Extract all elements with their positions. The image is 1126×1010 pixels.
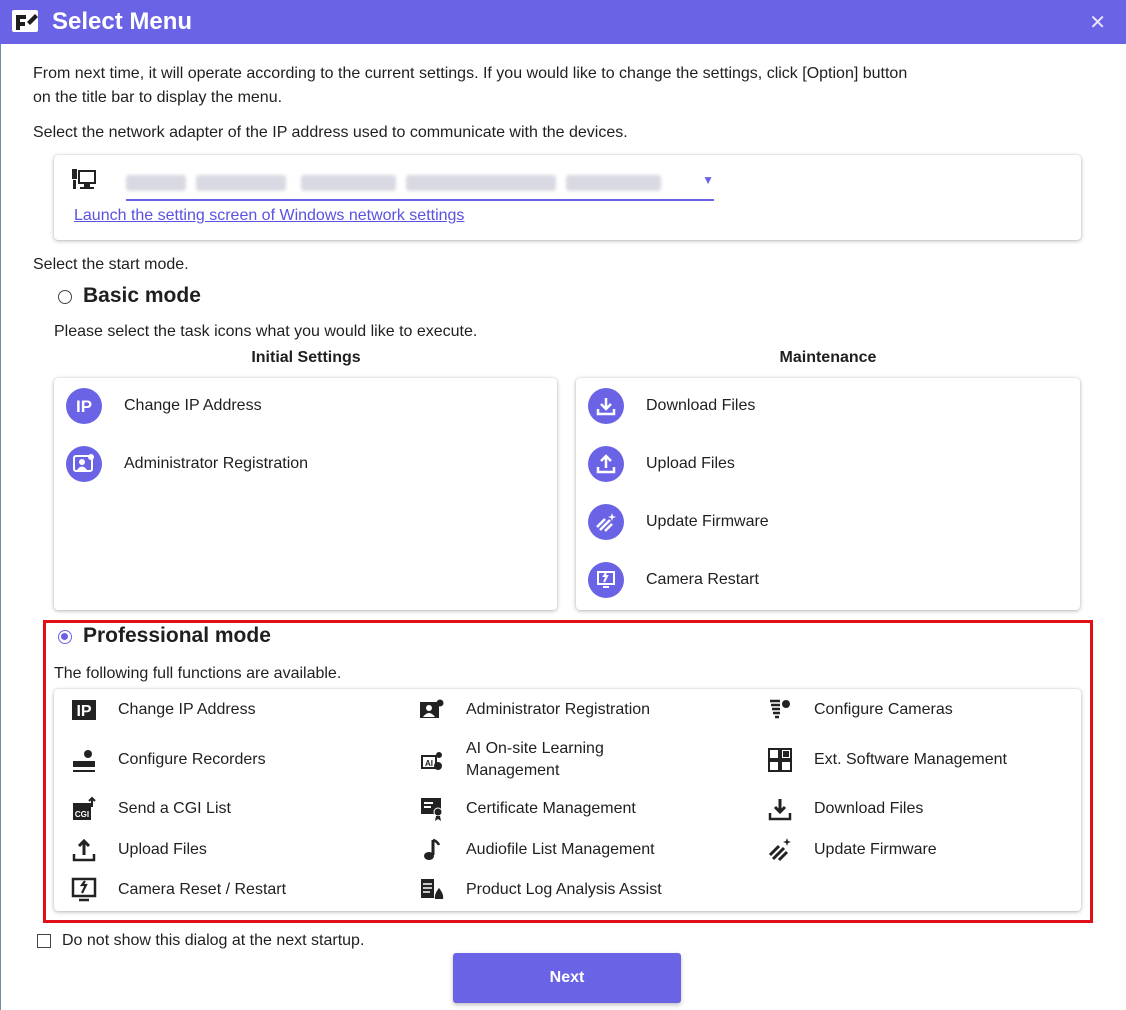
func-send-cgi-list[interactable]: CGI Send a CGI List xyxy=(68,789,231,829)
dont-show-checkbox[interactable] xyxy=(37,934,51,948)
download-icon xyxy=(588,388,624,424)
func-download-files[interactable]: Download Files xyxy=(764,789,923,829)
svg-text:AI: AI xyxy=(425,759,433,768)
func-label: Send a CGI List xyxy=(118,800,231,817)
func-audiofile-list-management[interactable]: Audiofile List Management xyxy=(416,830,655,870)
ext-software-icon xyxy=(764,744,796,776)
func-label: Certificate Management xyxy=(466,800,636,817)
initial-settings-panel: IP Change IP Address Administrator Regis… xyxy=(54,378,557,610)
professional-mode-title: Professional mode xyxy=(83,624,271,647)
recorder-config-icon xyxy=(68,744,100,776)
admin-icon xyxy=(416,694,448,726)
func-upload-files[interactable]: Upload Files xyxy=(68,830,207,870)
func-label: Ext. Software Management xyxy=(814,751,1007,768)
func-ext-software-management[interactable]: Ext. Software Management xyxy=(764,740,1007,780)
basic-mode-title: Basic mode xyxy=(83,284,201,307)
task-administrator-registration[interactable]: Administrator Registration xyxy=(66,442,308,486)
func-change-ip-address[interactable]: IP Change IP Address xyxy=(68,690,256,730)
download-icon xyxy=(764,793,796,825)
firmware-icon xyxy=(588,504,624,540)
task-label: Camera Restart xyxy=(646,571,759,588)
network-adapter-select[interactable]: ▼ xyxy=(126,169,714,201)
func-label: Update Firmware xyxy=(814,841,937,858)
upload-icon xyxy=(68,834,100,866)
next-button[interactable]: Next xyxy=(453,953,681,1003)
basic-mode-instruction: Please select the task icons what you wo… xyxy=(54,323,478,340)
func-administrator-registration[interactable]: Administrator Registration xyxy=(416,690,650,730)
task-label: Download Files xyxy=(646,397,756,414)
func-configure-cameras[interactable]: Configure Cameras xyxy=(764,690,953,730)
func-label: Product Log Analysis Assist xyxy=(466,881,662,898)
task-change-ip-address[interactable]: IP Change IP Address xyxy=(66,384,262,428)
ai-learning-icon: AI xyxy=(416,744,448,776)
task-download-files[interactable]: Download Files xyxy=(588,384,755,428)
maintenance-heading: Maintenance xyxy=(779,349,877,366)
restart-icon xyxy=(588,562,624,598)
dont-show-label: Do not show this dialog at the next star… xyxy=(62,932,365,949)
func-certificate-management[interactable]: Certificate Management xyxy=(416,789,636,829)
task-camera-restart[interactable]: Camera Restart xyxy=(588,558,759,602)
func-configure-recorders[interactable]: Configure Recorders xyxy=(68,740,266,780)
func-label: Configure Cameras xyxy=(814,701,953,718)
log-analysis-icon xyxy=(416,874,448,906)
restart-icon xyxy=(68,874,100,906)
maintenance-panel: Download Files Upload Files Update Firmw… xyxy=(576,378,1080,610)
upload-icon xyxy=(588,446,624,482)
svg-text:IP: IP xyxy=(76,703,91,720)
intro-text-line2: on the title bar to display the menu. xyxy=(33,89,283,106)
task-label: Administrator Registration xyxy=(124,455,309,472)
windows-network-settings-link[interactable]: Launch the setting screen of Windows net… xyxy=(74,207,464,225)
certificate-icon xyxy=(416,793,448,825)
func-camera-reset-restart[interactable]: Camera Reset / Restart xyxy=(68,870,286,910)
intro-text-line1: From next time, it will operate accordin… xyxy=(33,65,908,82)
task-label: Change IP Address xyxy=(124,397,262,414)
task-update-firmware[interactable]: Update Firmware xyxy=(588,500,769,544)
admin-icon xyxy=(66,446,102,482)
title-bar: Select Menu ✕ xyxy=(0,0,1126,44)
window-title: Select Menu xyxy=(52,8,193,35)
ip-icon: IP xyxy=(66,388,102,424)
professional-mode-radio[interactable] xyxy=(58,630,72,644)
func-label: Administrator Registration xyxy=(466,701,651,718)
ip-icon: IP xyxy=(68,694,100,726)
func-label: Configure Recorders xyxy=(118,751,266,768)
cgi-icon: CGI xyxy=(68,793,100,825)
func-update-firmware[interactable]: Update Firmware xyxy=(764,830,937,870)
window-border xyxy=(0,44,1,1010)
initial-settings-heading: Initial Settings xyxy=(251,349,361,366)
audio-icon xyxy=(416,834,448,866)
close-icon[interactable]: ✕ xyxy=(1089,10,1106,35)
professional-functions-panel: IP Change IP Address Administrator Regis… xyxy=(54,689,1081,911)
func-label: Audiofile List Management xyxy=(466,841,655,858)
professional-mode-description: The following full functions are availab… xyxy=(54,665,342,682)
network-pc-icon xyxy=(70,167,98,198)
start-mode-label: Select the start mode. xyxy=(33,256,189,273)
func-label: Upload Files xyxy=(118,841,207,858)
camera-config-icon xyxy=(764,694,796,726)
func-label: AI On-site Learning Management xyxy=(466,740,604,779)
basic-mode-radio[interactable] xyxy=(58,290,72,304)
svg-text:CGI: CGI xyxy=(75,810,89,819)
func-label: Camera Reset / Restart xyxy=(118,881,287,898)
task-label: Upload Files xyxy=(646,455,735,472)
network-adapter-prompt: Select the network adapter of the IP add… xyxy=(33,124,628,141)
chevron-down-icon[interactable]: ▼ xyxy=(702,173,714,187)
firmware-icon xyxy=(764,834,796,866)
func-product-log-analysis-assist[interactable]: Product Log Analysis Assist xyxy=(416,870,662,910)
func-label: Change IP Address xyxy=(118,701,256,718)
task-label: Update Firmware xyxy=(646,513,769,530)
svg-text:IP: IP xyxy=(76,397,92,416)
app-logo-icon xyxy=(10,6,42,38)
func-label: Download Files xyxy=(814,800,924,817)
network-adapter-card: ▼ Launch the setting screen of Windows n… xyxy=(54,155,1081,240)
task-upload-files[interactable]: Upload Files xyxy=(588,442,735,486)
func-ai-learning-management[interactable]: AI AI On-site Learning Management xyxy=(416,740,656,780)
